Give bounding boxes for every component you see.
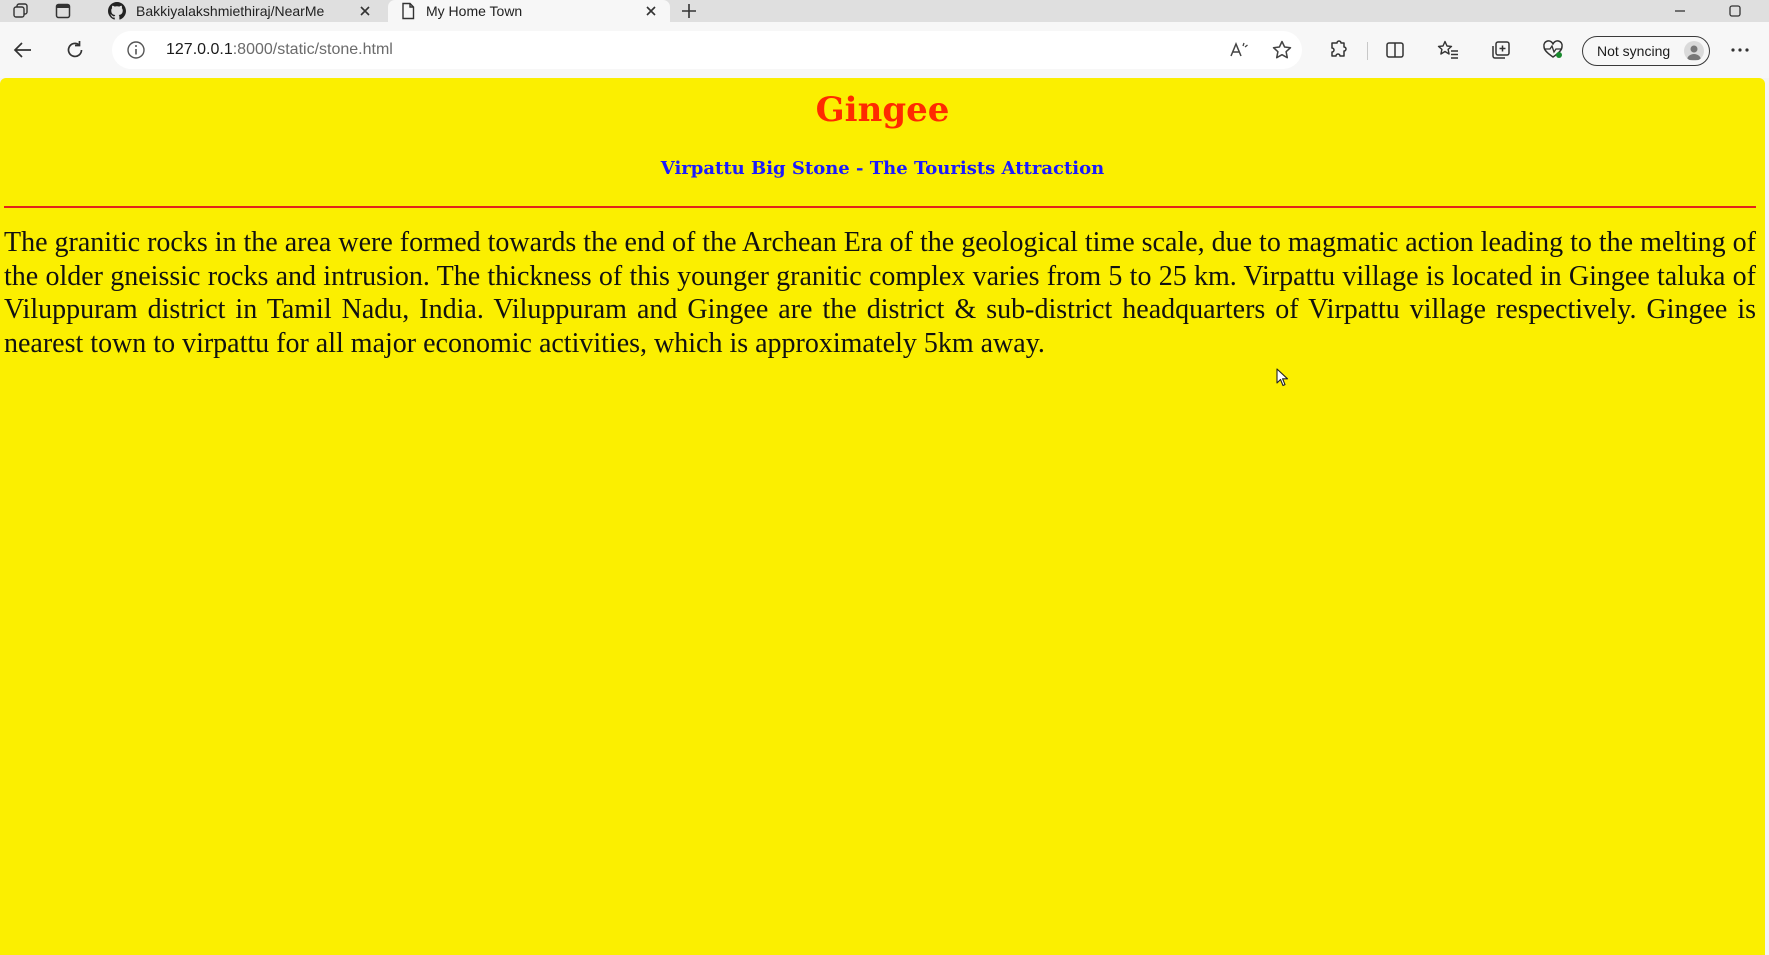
page-title: Gingee xyxy=(815,90,950,130)
extensions-icon xyxy=(1331,40,1347,57)
info-icon[interactable] xyxy=(126,40,146,60)
restore-icon xyxy=(1729,5,1741,17)
page-subtitle: Virpattu Big Stone - The Tourists Attrac… xyxy=(660,158,1105,179)
collections-icon xyxy=(1492,41,1510,59)
vertical-tabs-icon[interactable] xyxy=(46,0,80,22)
new-tab-button[interactable] xyxy=(674,0,704,22)
address-bar[interactable]: 127.0.0.1:8000/static/stone.html xyxy=(112,31,1302,69)
restore-button[interactable] xyxy=(1715,0,1755,22)
github-icon xyxy=(108,2,126,20)
refresh-icon xyxy=(67,41,83,58)
profile-button[interactable]: Not syncing xyxy=(1582,36,1710,66)
favorite-star-icon[interactable] xyxy=(1269,37,1295,63)
more-icon xyxy=(1731,48,1749,52)
url-path: :8000/static/stone.html xyxy=(232,41,393,58)
url-text[interactable]: 127.0.0.1:8000/static/stone.html xyxy=(166,41,393,59)
refresh-button[interactable] xyxy=(59,34,91,66)
page-viewport: Gingee Virpattu Big Stone - The Tourists… xyxy=(0,78,1765,955)
page-icon xyxy=(400,2,416,20)
read-aloud-icon[interactable] xyxy=(1226,37,1252,63)
url-host: 127.0.0.1 xyxy=(166,41,233,58)
browser-essentials-button[interactable] xyxy=(1537,34,1569,66)
horizontal-rule xyxy=(4,206,1756,208)
split-screen-button[interactable] xyxy=(1379,34,1411,66)
tab-my-home-town[interactable]: My Home Town xyxy=(388,0,670,22)
close-icon[interactable] xyxy=(642,2,660,20)
back-button[interactable] xyxy=(7,34,39,66)
plus-icon xyxy=(682,4,696,18)
profile-label: Not syncing xyxy=(1597,43,1671,59)
tab-strip: Bakkiyalakshmiethiraj/NearMe My Home Tow… xyxy=(0,0,1769,22)
split-screen-icon xyxy=(1386,42,1404,58)
minimize-icon xyxy=(1675,10,1685,12)
more-button[interactable] xyxy=(1724,34,1756,66)
tab-title: My Home Town xyxy=(426,3,523,19)
workspaces-icon[interactable] xyxy=(4,0,38,22)
favorites-button[interactable] xyxy=(1432,34,1464,66)
tab-github[interactable]: Bakkiyalakshmiethiraj/NearMe xyxy=(96,0,384,22)
mouse-cursor-icon xyxy=(1276,368,1290,388)
back-icon xyxy=(13,42,31,58)
browser-toolbar: 127.0.0.1:8000/static/stone.html Not syn… xyxy=(0,22,1769,78)
avatar xyxy=(1684,41,1704,61)
toolbar-divider xyxy=(1367,42,1368,60)
tab-title: Bakkiyalakshmiethiraj/NearMe xyxy=(136,3,325,19)
minimize-button[interactable] xyxy=(1660,0,1700,22)
collections-button[interactable] xyxy=(1485,34,1517,66)
description-paragraph: The granitic rocks in the area were form… xyxy=(4,227,1756,359)
favorites-icon xyxy=(1437,40,1458,59)
browser-essentials-icon xyxy=(1543,40,1563,58)
extensions-button[interactable] xyxy=(1322,34,1354,66)
close-icon[interactable] xyxy=(356,2,374,20)
